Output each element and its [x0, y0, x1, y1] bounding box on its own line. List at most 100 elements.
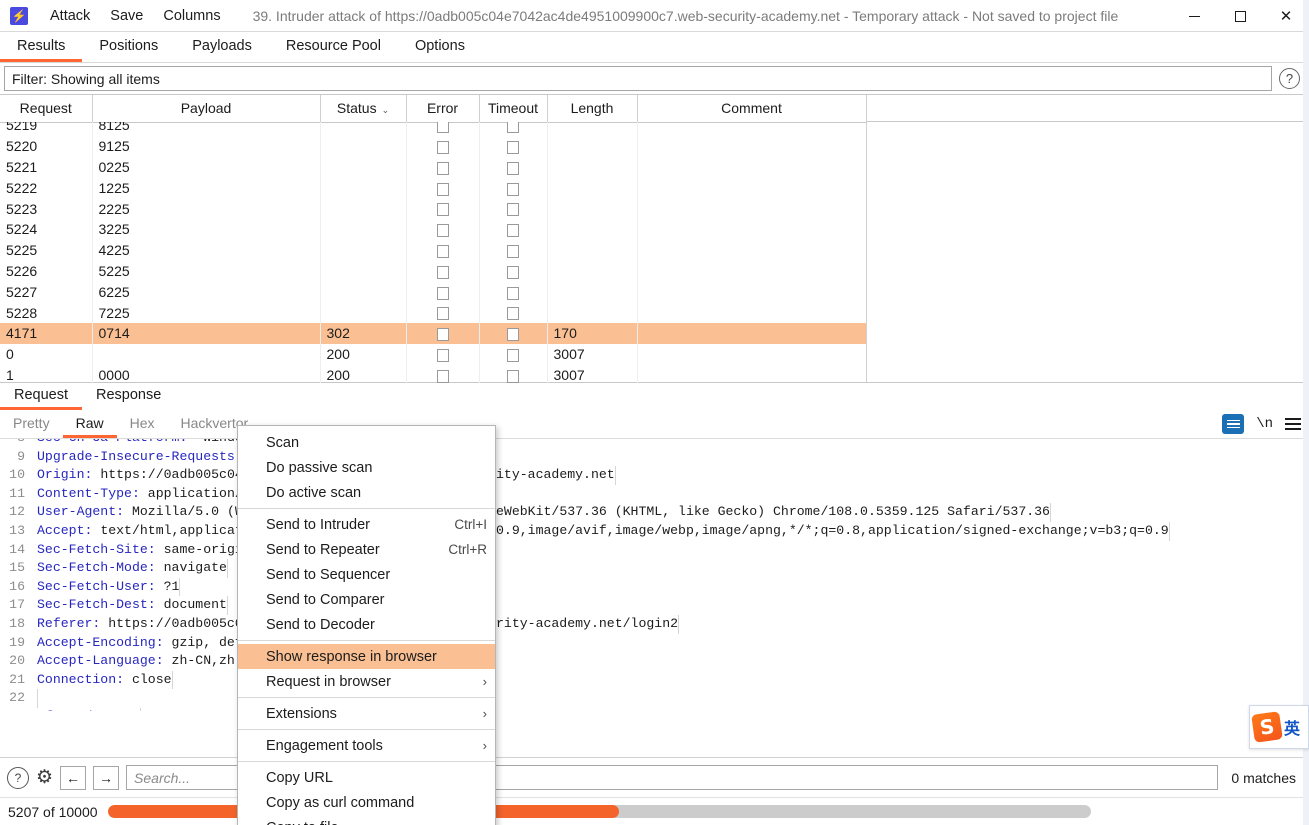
cell-timeout[interactable]	[479, 239, 548, 261]
menu-save[interactable]: Save	[100, 4, 153, 28]
table-row[interactable]: 5227 6225	[0, 281, 866, 303]
table-row[interactable]: 5228 7225	[0, 302, 866, 323]
menu-item-copy-url[interactable]: Copy URL	[238, 765, 495, 790]
checkbox-icon[interactable]	[436, 182, 449, 196]
menu-item-copy-to-file[interactable]: Copy to file	[238, 815, 495, 825]
cell-timeout[interactable]	[479, 218, 548, 240]
view-tab-raw[interactable]: Raw	[62, 410, 117, 438]
view-tab-hex[interactable]: Hex	[117, 410, 168, 438]
table-row[interactable]: 1 0000 200 3007	[0, 364, 866, 383]
cell-timeout[interactable]	[479, 260, 548, 282]
menu-item-extensions[interactable]: Extensions ›	[238, 701, 495, 726]
sogou-ime-indicator[interactable]: S 英	[1249, 705, 1309, 749]
menu-item-send-to-sequencer[interactable]: Send to Sequencer	[238, 562, 495, 587]
checkbox-icon[interactable]	[436, 224, 449, 238]
column-header-error[interactable]: Error	[406, 95, 480, 123]
filter-bar[interactable]: Filter: Showing all items	[4, 66, 1272, 91]
checkbox-icon[interactable]	[507, 161, 519, 175]
gear-icon[interactable]: ⚙	[36, 768, 53, 787]
table-row[interactable]: 5221 0225	[0, 156, 866, 178]
cell-timeout[interactable]	[479, 322, 548, 344]
question-mark-icon[interactable]: ?	[7, 766, 29, 789]
cell-timeout[interactable]	[479, 343, 548, 365]
tab-request[interactable]: Request	[0, 383, 83, 410]
cell-timeout[interactable]	[479, 281, 548, 303]
cell-timeout[interactable]	[479, 135, 548, 157]
ime-mode-label[interactable]: 英	[1284, 715, 1300, 739]
cell-error[interactable]	[406, 122, 480, 136]
checkbox-icon[interactable]	[436, 286, 449, 300]
tab-resource-pool[interactable]: Resource Pool	[269, 32, 398, 62]
cell-timeout[interactable]	[479, 364, 548, 383]
column-header-comment[interactable]: Comment	[637, 95, 867, 123]
cell-error[interactable]	[406, 364, 480, 383]
cell-timeout[interactable]	[479, 302, 548, 323]
tab-results[interactable]: Results	[0, 32, 83, 62]
menu-item-scan[interactable]: Scan	[238, 430, 495, 455]
cell-timeout[interactable]	[479, 177, 548, 199]
arrow-right-icon[interactable]: →	[93, 765, 120, 790]
cell-timeout[interactable]	[479, 122, 548, 136]
menu-item-send-to-decoder[interactable]: Send to Decoder	[238, 612, 495, 637]
checkbox-icon[interactable]	[436, 265, 449, 279]
cell-error[interactable]	[406, 260, 480, 282]
hamburger-menu-icon[interactable]	[1285, 418, 1301, 430]
cell-error[interactable]	[406, 218, 480, 240]
menu-item-send-to-repeater[interactable]: Send to Repeater Ctrl+R	[238, 537, 495, 562]
table-row[interactable]: 5220 9125	[0, 135, 866, 157]
column-header-timeout[interactable]: Timeout	[479, 95, 548, 123]
checkbox-icon[interactable]	[507, 122, 519, 134]
checkbox-icon[interactable]	[436, 122, 449, 134]
cell-error[interactable]	[406, 239, 480, 261]
tab-positions[interactable]: Positions	[82, 32, 175, 62]
cell-timeout[interactable]	[479, 156, 548, 178]
checkbox-icon[interactable]	[436, 203, 449, 217]
cell-error[interactable]	[406, 302, 480, 323]
results-rows-viewport[interactable]: 5219 8125 5220 9125 5221 0225 5222 1225 5223 2225…	[0, 122, 866, 383]
cell-error[interactable]	[406, 135, 480, 157]
menu-item-request-in-browser[interactable]: Request in browser ›	[238, 669, 495, 694]
checkbox-icon[interactable]	[507, 307, 519, 321]
checkbox-icon[interactable]	[436, 369, 449, 383]
cell-error[interactable]	[406, 322, 480, 344]
table-row[interactable]: 5226 5225	[0, 260, 866, 282]
checkbox-icon[interactable]	[507, 203, 519, 217]
checkbox-icon[interactable]	[507, 244, 519, 258]
table-row[interactable]: 5225 4225	[0, 239, 866, 261]
menu-item-show-response-in-browser[interactable]: Show response in browser	[238, 644, 495, 669]
checkbox-icon[interactable]	[436, 307, 449, 321]
checkbox-icon[interactable]	[507, 348, 519, 362]
cell-error[interactable]	[406, 177, 480, 199]
column-header-status[interactable]: Status ⌄	[320, 95, 407, 123]
menu-item-copy-as-curl-command[interactable]: Copy as curl command	[238, 790, 495, 815]
column-header-request[interactable]: Request	[0, 95, 93, 123]
table-row[interactable]: 5223 2225	[0, 198, 866, 219]
column-header-length[interactable]: Length	[547, 95, 638, 123]
checkbox-icon[interactable]	[436, 328, 449, 342]
tab-options[interactable]: Options	[398, 32, 482, 62]
menu-item-send-to-comparer[interactable]: Send to Comparer	[238, 587, 495, 612]
cell-timeout[interactable]	[479, 198, 548, 219]
question-mark-icon[interactable]: ?	[1279, 68, 1300, 89]
checkbox-icon[interactable]	[436, 348, 449, 362]
menu-item-do-passive-scan[interactable]: Do passive scan	[238, 455, 495, 480]
arrow-left-icon[interactable]: ←	[60, 765, 87, 790]
menu-item-engagement-tools[interactable]: Engagement tools ›	[238, 733, 495, 758]
checkbox-icon[interactable]	[507, 328, 519, 342]
table-row[interactable]: 5219 8125	[0, 122, 866, 136]
menu-columns[interactable]: Columns	[153, 4, 230, 28]
cell-error[interactable]	[406, 281, 480, 303]
checkbox-icon[interactable]	[507, 265, 519, 279]
request-editor[interactable]: 8Sec-Ch-Ua-Platform: "Windows"9Upgrade-I…	[0, 438, 1309, 711]
table-row[interactable]: 4171 0714 302 170	[0, 322, 866, 344]
column-header-payload[interactable]: Payload	[92, 95, 321, 123]
checkbox-icon[interactable]	[436, 161, 449, 175]
checkbox-icon[interactable]	[507, 224, 519, 238]
menu-item-send-to-intruder[interactable]: Send to Intruder Ctrl+I	[238, 512, 495, 537]
view-tab-pretty[interactable]: Pretty	[0, 410, 63, 438]
table-row[interactable]: 5222 1225	[0, 177, 866, 199]
context-menu[interactable]: Scan Do passive scan Do active scan Send to…	[237, 425, 496, 825]
maximize-icon[interactable]	[1217, 0, 1263, 32]
checkbox-icon[interactable]	[507, 182, 519, 196]
table-row[interactable]: 0 200 3007	[0, 343, 866, 365]
